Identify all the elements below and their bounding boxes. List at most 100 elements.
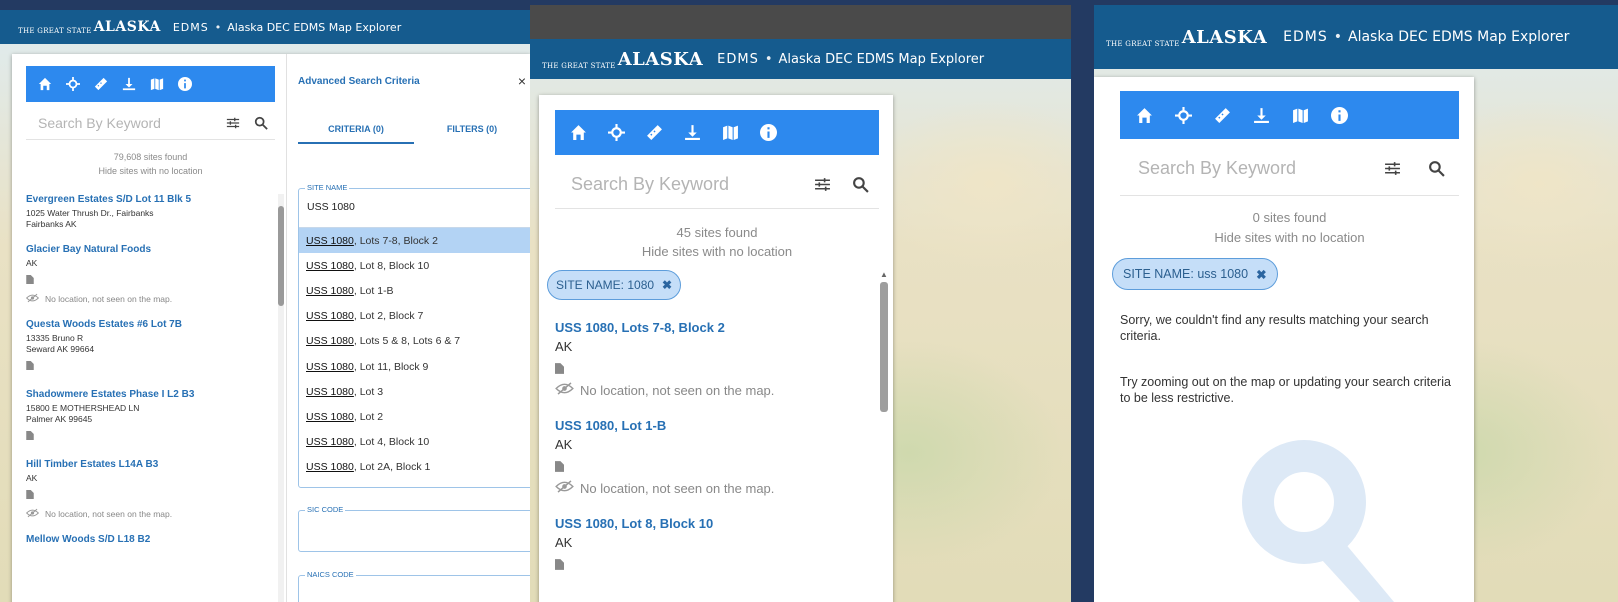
scrollbar-thumb[interactable] — [278, 206, 284, 306]
map-icon[interactable] — [722, 124, 739, 141]
document-icon[interactable] — [555, 452, 875, 477]
crosshair-icon[interactable] — [66, 77, 80, 91]
autocomplete-option[interactable]: USS 1080, Lot 3 — [299, 379, 530, 404]
autocomplete-option[interactable]: USS 1080, Lot 4, Block 10 — [299, 430, 530, 455]
result-title[interactable]: USS 1080, Lots 7-8, Block 2 — [555, 320, 875, 335]
result-address: AK — [555, 535, 573, 550]
home-icon[interactable] — [1136, 107, 1153, 124]
brand-name: EDMS — [717, 51, 759, 67]
autocomplete-option[interactable]: USS 1080, Lot 2, Block 7 — [299, 304, 530, 329]
sic-code-field[interactable]: SIC CODE — [298, 505, 530, 552]
measure-icon[interactable] — [1214, 107, 1231, 124]
document-icon[interactable] — [555, 550, 875, 575]
results-list: USS 1080, Lots 7-8, Block 2 AK No location… — [555, 320, 875, 595]
logo-tagline: THE GREAT STATE — [542, 61, 616, 70]
map-toolbar — [1120, 91, 1459, 139]
result-title[interactable]: Hill Timber Estates L14A B3 — [26, 459, 276, 470]
map-icon[interactable] — [1292, 107, 1309, 124]
list-item[interactable]: USS 1080, Lot 1-B AK No location, not seen… — [555, 418, 875, 496]
list-item[interactable]: Questa Woods Estates #6 Lot 7B 13335 Brun… — [26, 319, 276, 375]
home-icon[interactable] — [570, 124, 587, 141]
list-item[interactable]: Glacier Bay Natural Foods AK No location, … — [25, 244, 276, 305]
search-input[interactable] — [1138, 157, 1370, 179]
option-rest: , Lots 5 & 8, Lots 6 & 7 — [353, 335, 461, 348]
filter-sliders-icon[interactable] — [803, 176, 841, 193]
result-title[interactable]: USS 1080, Lot 1-B — [555, 418, 875, 433]
no-results-hint: Try zooming out on the map or updating y… — [1120, 375, 1451, 405]
filter-chip[interactable]: SITE NAME: uss 1080 ✖ — [1112, 258, 1278, 290]
result-title[interactable]: Glacier Bay Natural Foods — [26, 244, 276, 255]
no-location-note: No location, not seen on the map. — [25, 293, 276, 305]
naics-code-field[interactable]: NAICS CODE — [298, 570, 530, 602]
hide-no-location-toggle[interactable]: Hide sites with no location — [26, 166, 275, 176]
alaska-logo[interactable]: THE GREAT STATE ALASKA — [542, 49, 703, 70]
advanced-search-title: Advanced Search Criteria — [298, 76, 420, 87]
search-icon[interactable] — [1415, 160, 1460, 177]
filter-sliders-icon[interactable] — [1370, 160, 1415, 177]
autocomplete-option[interactable]: USS 1080, Lot 11, Block 9 — [299, 354, 530, 379]
list-item[interactable]: Shadowmere Estates Phase I L2 B3 15800 E … — [26, 389, 276, 445]
search-input[interactable] — [38, 114, 219, 131]
autocomplete-option[interactable]: USS 1080, Lot 2 — [299, 404, 530, 429]
hide-no-location-toggle[interactable]: Hide sites with no location — [555, 244, 879, 259]
option-rest: , Lot 3 — [353, 385, 384, 398]
list-item[interactable]: Evergreen Estates S/D Lot 11 Blk 5 1025 W… — [26, 194, 276, 230]
document-icon[interactable] — [555, 354, 875, 379]
tab-filters[interactable]: FILTERS (0) — [414, 124, 530, 144]
filter-chip[interactable]: SITE NAME: 1080 ✖ — [547, 270, 682, 300]
scroll-up-icon[interactable]: ▲ — [880, 270, 888, 279]
measure-icon[interactable] — [646, 124, 663, 141]
list-item[interactable]: Hill Timber Estates L14A B3 AK No location… — [25, 459, 276, 520]
scrollbar-thumb[interactable] — [880, 282, 888, 412]
remove-filter-icon[interactable]: ✖ — [1256, 267, 1266, 282]
list-item[interactable]: USS 1080, Lots 7-8, Block 2 AK No location… — [555, 320, 875, 398]
autocomplete-option[interactable]: USS 1080, Lot 2A, Block 1 — [299, 455, 530, 480]
autocomplete-option[interactable]: USS 1080, Lots 7-8, Block 2 — [299, 228, 530, 254]
results-scrollbar[interactable] — [278, 194, 284, 602]
close-icon[interactable]: × — [518, 73, 526, 89]
option-rest: , Lot 4, Block 10 — [353, 436, 430, 449]
autocomplete-option[interactable]: USS 1080, Lots 5 & 8, Lots 6 & 7 — [299, 329, 530, 354]
filter-sliders-icon[interactable] — [219, 116, 247, 130]
info-icon[interactable] — [1331, 106, 1348, 124]
results-list: Evergreen Estates S/D Lot 11 Blk 5 1025 W… — [25, 194, 276, 559]
crosshair-icon[interactable] — [1175, 106, 1192, 124]
alaska-logo[interactable]: THE GREAT STATE ALASKA — [1106, 27, 1267, 48]
result-address: Palmer AK 99645 — [26, 414, 93, 424]
info-icon[interactable] — [760, 124, 777, 141]
result-title[interactable]: USS 1080, Lot 8, Block 10 — [555, 516, 875, 531]
document-icon[interactable] — [26, 355, 276, 375]
document-icon[interactable] — [26, 269, 276, 289]
result-title[interactable]: Mellow Woods S/D L18 B2 — [26, 534, 276, 545]
result-title[interactable]: Shadowmere Estates Phase I L2 B3 — [26, 389, 276, 400]
document-icon[interactable] — [26, 425, 276, 445]
site-name-field[interactable]: SITE NAME USS 1080 × USS 1080, Lots 7-8,… — [298, 183, 530, 488]
home-icon[interactable] — [38, 77, 52, 91]
measure-icon[interactable] — [94, 77, 108, 91]
autocomplete-option[interactable]: USS 1080, Lot 1-B — [299, 278, 530, 303]
result-address: 1025 Water Thrush Dr., Fairbanks — [26, 208, 154, 218]
site-name-input[interactable]: USS 1080 — [307, 201, 355, 213]
map-toolbar — [26, 66, 275, 102]
list-item[interactable]: USS 1080, Lot 8, Block 10 AK — [555, 516, 875, 575]
download-icon[interactable] — [684, 124, 701, 141]
document-icon[interactable] — [26, 484, 276, 504]
search-input[interactable] — [571, 173, 803, 195]
search-icon[interactable] — [247, 116, 275, 130]
autocomplete-option[interactable]: USS 1080, Lot 8, Block 10 — [299, 253, 530, 278]
download-icon[interactable] — [1253, 107, 1270, 124]
list-item[interactable]: Mellow Woods S/D L18 B2 — [26, 534, 276, 545]
download-icon[interactable] — [122, 77, 136, 91]
map-icon[interactable] — [150, 77, 164, 91]
hide-no-location-toggle[interactable]: Hide sites with no location — [1120, 230, 1459, 245]
tab-criteria[interactable]: CRITERIA (0) — [298, 124, 414, 144]
crosshair-icon[interactable] — [608, 124, 625, 141]
advanced-search-pane: Advanced Search Criteria × CRITERIA (0) … — [287, 54, 530, 602]
result-title[interactable]: Questa Woods Estates #6 Lot 7B — [26, 319, 276, 330]
remove-filter-icon[interactable]: ✖ — [662, 278, 672, 292]
result-title[interactable]: Evergreen Estates S/D Lot 11 Blk 5 — [26, 194, 276, 205]
results-scrollbar[interactable]: ▲ — [879, 270, 889, 602]
search-icon[interactable] — [841, 176, 879, 193]
alaska-logo[interactable]: THE GREAT STATE ALASKA — [18, 19, 161, 35]
info-icon[interactable] — [178, 77, 192, 91]
